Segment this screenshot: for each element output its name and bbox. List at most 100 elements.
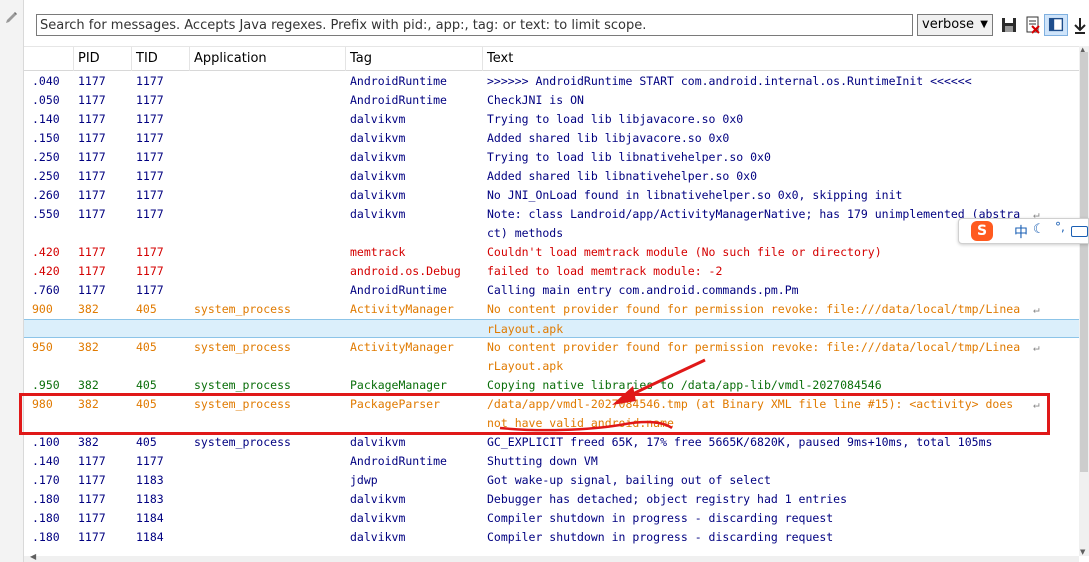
cell-text: Trying to load lib libjavacore.so 0x0 <box>487 112 744 126</box>
cell-text: GC_EXPLICIT freed 65K, 17% free 5665K/68… <box>487 435 993 449</box>
cell-pid: 1177 <box>78 112 106 126</box>
cell-tag: dalvikvm <box>350 150 406 164</box>
table-row[interactable]: .050 1177 1177 AndroidRuntime CheckJNI is ON <box>24 91 1079 110</box>
cell-tag: ActivityManager <box>350 302 454 316</box>
scroll-left-icon[interactable]: ◀ <box>30 552 36 561</box>
cell-tag: dalvikvm <box>350 435 406 449</box>
vertical-scrollbar[interactable]: ▲ ▼ <box>1079 46 1089 556</box>
column-header-pid[interactable]: PID <box>74 47 132 71</box>
cell-time: 900 <box>32 302 53 316</box>
moon-icon[interactable]: ☾ <box>1033 222 1045 237</box>
sogou-logo-icon[interactable]: S <box>971 221 993 241</box>
cell-tid: 1177 <box>136 283 164 297</box>
cell-pid: 382 <box>78 340 99 354</box>
cell-tag: memtrack <box>350 245 406 259</box>
cell-tag: android.os.Debug <box>350 264 461 278</box>
cell-tag: dalvikvm <box>350 188 406 202</box>
clear-log-icon[interactable] <box>1023 14 1043 36</box>
horizontal-scrollbar[interactable]: ◀ <box>24 552 1079 562</box>
cell-tag: ActivityManager <box>350 340 454 354</box>
cell-tid: 1177 <box>136 74 164 88</box>
log-level-select[interactable]: verbose ▼ <box>917 14 993 36</box>
cell-text: rLayout.apk <box>487 359 564 373</box>
pencil-icon[interactable] <box>3 10 19 26</box>
cell-tag: dalvikvm <box>350 511 406 525</box>
cell-tag: dalvikvm <box>350 492 406 506</box>
keyboard-icon[interactable] <box>1071 226 1088 237</box>
table-row[interactable]: ct) methods <box>24 224 1079 243</box>
table-row[interactable]: .180 1177 1184 dalvikvm Compiler shutdown in… <box>24 528 1079 547</box>
table-row[interactable]: .760 1177 1177 AndroidRuntime Calling main e… <box>24 281 1079 300</box>
cell-tag: jdwp <box>350 473 378 487</box>
table-row[interactable]: 900 382 405 system_process ActivityManager No… <box>24 300 1079 319</box>
cell-text: Couldn't load memtrack module (No such f… <box>487 245 882 259</box>
annotation-highlight-box <box>19 393 1050 435</box>
cell-tag: dalvikvm <box>350 131 406 145</box>
cell-time: .180 <box>32 492 60 506</box>
cell-time: .180 <box>32 530 60 544</box>
cell-text: Debugger has detached; object registry h… <box>487 492 848 506</box>
cell-time: .760 <box>32 283 60 297</box>
scroll-down-icon[interactable]: ▼ <box>1080 548 1085 556</box>
cell-pid: 1177 <box>78 188 106 202</box>
cell-tag: AndroidRuntime <box>350 74 447 88</box>
cell-pid: 382 <box>78 302 99 316</box>
ime-toolbar[interactable]: S 中 ☾ °, <box>958 218 1089 244</box>
table-header: PID TID Application Tag Text <box>24 47 1079 71</box>
ime-chinese-mode[interactable]: 中 <box>1014 222 1028 242</box>
table-row[interactable]: .170 1177 1183 jdwp Got wake-up signal, bail… <box>24 471 1079 490</box>
cell-pid: 1177 <box>78 264 106 278</box>
table-row[interactable]: rLayout.apk <box>24 319 1079 338</box>
cell-text: Compiler shutdown in progress - discardi… <box>487 530 834 544</box>
column-header-time[interactable] <box>24 47 74 71</box>
cell-tid: 1177 <box>136 454 164 468</box>
cell-time: .100 <box>32 435 60 449</box>
cell-text: CheckJNI is ON <box>487 93 584 107</box>
table-row[interactable]: .100 382 405 system_process dalvikvm GC_EXPLI… <box>24 433 1079 452</box>
cell-application: system_process <box>194 340 291 354</box>
column-header-tag[interactable]: Tag <box>346 47 483 71</box>
cell-tid: 1177 <box>136 245 164 259</box>
cell-time: .040 <box>32 74 60 88</box>
cell-tid: 405 <box>136 340 157 354</box>
wrap-indicator-icon: ↵ <box>1033 341 1040 354</box>
toggle-filters-panel-icon[interactable] <box>1044 14 1068 36</box>
cell-text: Added shared lib libnativehelper.so 0x0 <box>487 169 758 183</box>
cell-tag: dalvikvm <box>350 169 406 183</box>
cell-pid: 1177 <box>78 131 106 145</box>
table-row[interactable]: .140 1177 1177 AndroidRuntime Shutting down … <box>24 452 1079 471</box>
cell-tid: 1177 <box>136 112 164 126</box>
punctuation-icon[interactable]: °, <box>1055 220 1065 234</box>
cell-tid: 1177 <box>136 131 164 145</box>
table-row[interactable]: .250 1177 1177 dalvikvm Added shared lib lib… <box>24 167 1079 186</box>
save-icon[interactable] <box>999 14 1019 36</box>
table-row[interactable]: rLayout.apk <box>24 357 1079 376</box>
scroll-lock-icon[interactable] <box>1070 14 1089 36</box>
cell-tid: 1184 <box>136 530 164 544</box>
table-row[interactable]: .260 1177 1177 dalvikvm No JNI_OnLoad found … <box>24 186 1079 205</box>
scrollbar-thumb[interactable] <box>1080 52 1088 472</box>
cell-time: .170 <box>32 473 60 487</box>
cell-time: 950 <box>32 340 53 354</box>
cell-time: .420 <box>32 264 60 278</box>
cell-tag: AndroidRuntime <box>350 283 447 297</box>
column-header-tid[interactable]: TID <box>132 47 190 71</box>
wrap-indicator-icon: ↵ <box>1033 303 1040 316</box>
table-row[interactable]: .180 1177 1184 dalvikvm Compiler shutdown in… <box>24 509 1079 528</box>
column-header-application[interactable]: Application <box>190 47 346 71</box>
table-row[interactable]: .150 1177 1177 dalvikvm Added shared lib lib… <box>24 129 1079 148</box>
cell-pid: 1177 <box>78 74 106 88</box>
table-row[interactable]: .140 1177 1177 dalvikvm Trying to load lib l… <box>24 110 1079 129</box>
table-row[interactable]: .180 1177 1183 dalvikvm Debugger has detache… <box>24 490 1079 509</box>
cell-time: .250 <box>32 150 60 164</box>
table-row[interactable]: 950 382 405 system_process ActivityManager No… <box>24 338 1079 357</box>
cell-pid: 1177 <box>78 454 106 468</box>
cell-tid: 1177 <box>136 207 164 221</box>
search-input[interactable] <box>36 14 913 36</box>
column-header-text[interactable]: Text <box>483 47 1079 71</box>
table-row[interactable]: .040 1177 1177 AndroidRuntime >>>>>> Android… <box>24 72 1079 91</box>
table-row[interactable]: .250 1177 1177 dalvikvm Trying to load lib l… <box>24 148 1079 167</box>
table-row[interactable]: .550 1177 1177 dalvikvm Note: class Landroid… <box>24 205 1079 224</box>
table-row[interactable]: .420 1177 1177 android.os.Debug failed to lo… <box>24 262 1079 281</box>
table-row[interactable]: .420 1177 1177 memtrack Couldn't load memtra… <box>24 243 1079 262</box>
